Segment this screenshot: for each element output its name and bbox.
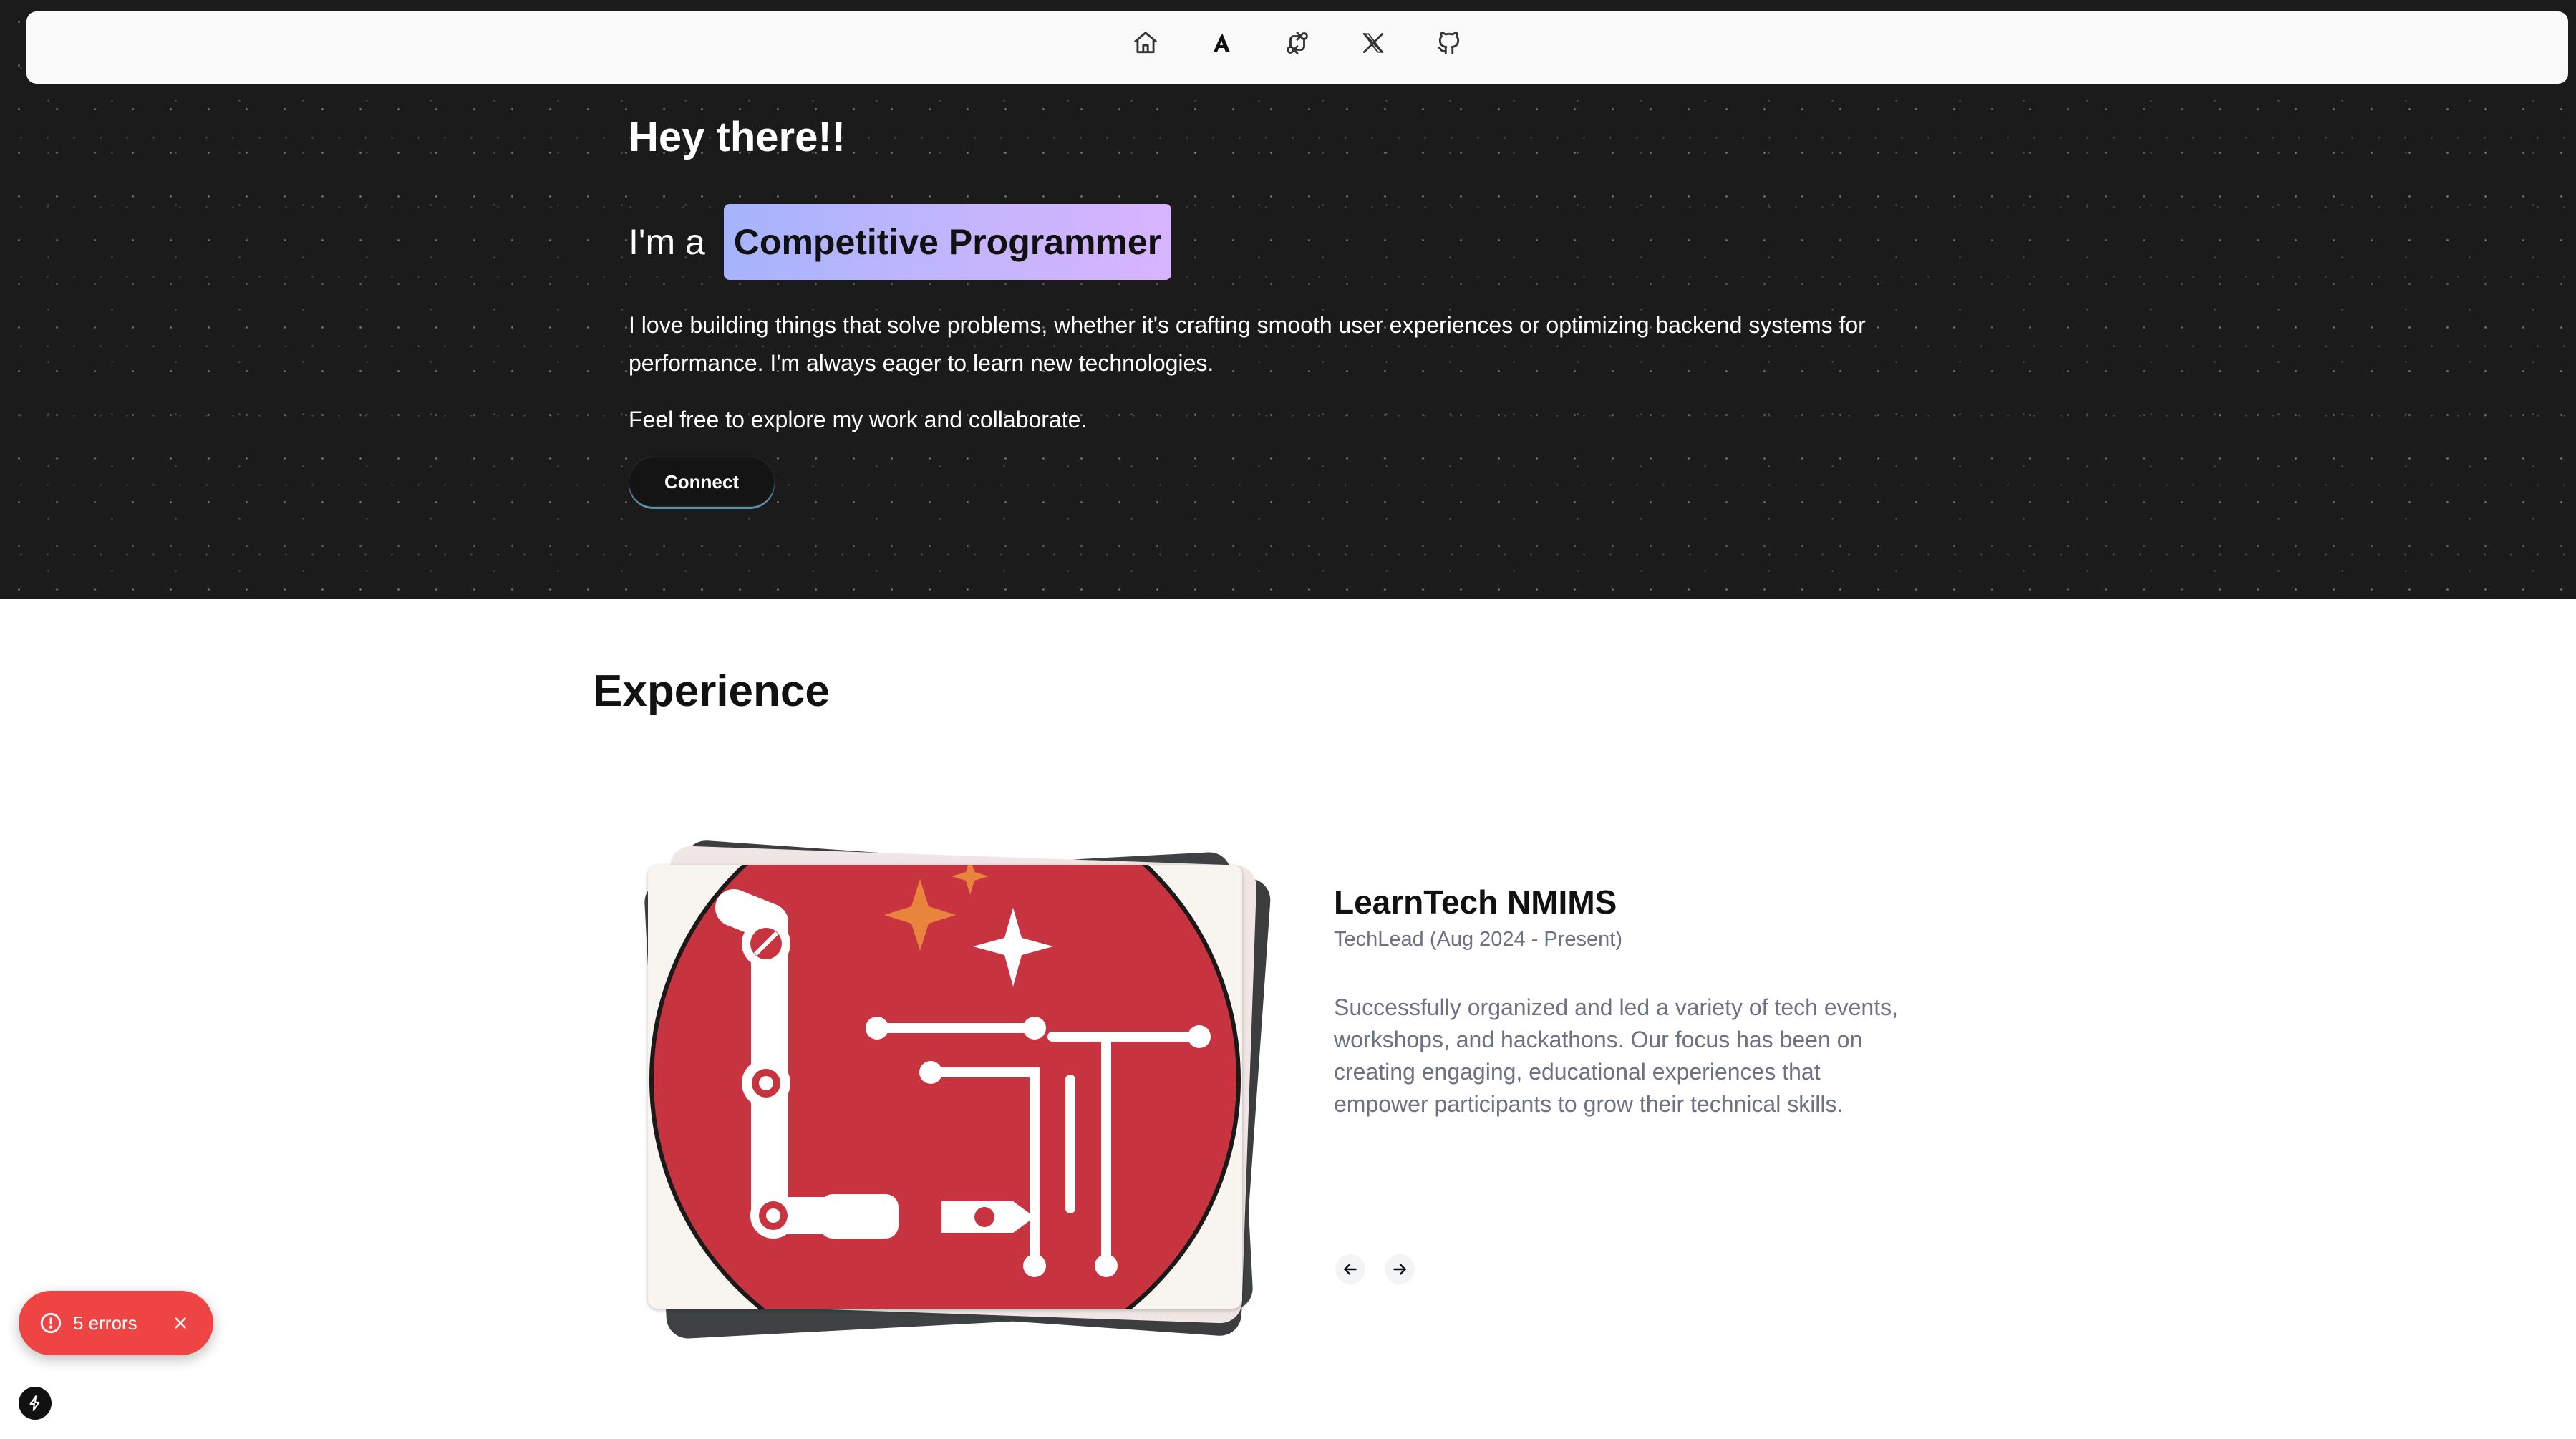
dev-tools-badge[interactable]: [19, 1387, 52, 1420]
top-navbar: [26, 11, 2568, 84]
close-toast-button[interactable]: [168, 1310, 193, 1336]
error-count: 5 errors: [73, 1312, 137, 1334]
nav-twitter[interactable]: [1352, 22, 1394, 64]
connect-button[interactable]: Connect: [629, 457, 775, 507]
experience-title: Experience: [593, 667, 830, 716]
github-icon: [1438, 31, 1460, 54]
error-toast[interactable]: 5 errors: [19, 1291, 213, 1355]
role-highlight: Competitive Programmer: [723, 204, 1172, 280]
x-twitter-icon: [1362, 32, 1384, 53]
logo-a-icon: [1213, 33, 1230, 52]
experience-description: Successfully organized and led a variety…: [1334, 994, 1898, 1117]
learntech-logo-icon: [648, 865, 1242, 1309]
close-icon: [175, 1317, 186, 1329]
hero-bio: I love building things that solve proble…: [629, 312, 1866, 376]
alert-circle-icon: [40, 1312, 62, 1334]
arrow-right-icon: [1393, 1264, 1406, 1275]
arrow-left-icon: [1344, 1264, 1357, 1275]
hero-section: Hey there!! I'm a Competitive Programmer…: [0, 0, 2576, 599]
next-experience-button[interactable]: [1385, 1254, 1415, 1284]
previous-experience-button[interactable]: [1335, 1254, 1365, 1284]
home-icon: [1134, 31, 1157, 53]
nav-logo[interactable]: [1201, 22, 1242, 64]
hero-greeting: Hey there!!: [629, 114, 846, 160]
lightning-icon: [29, 1395, 40, 1411]
role-and-dates: TechLead (Aug 2024 - Present): [1334, 928, 1623, 951]
role-prefix: I'm a: [629, 222, 705, 262]
nav-github[interactable]: [1428, 22, 1470, 64]
role-row: I'm a Competitive Programmer: [629, 204, 1172, 280]
hero-bio-cta: Feel free to explore my work and collabo…: [629, 407, 1088, 432]
company-name: LearnTech NMIMS: [1334, 883, 1617, 921]
experience-card-stack: [612, 839, 1285, 1353]
nav-home[interactable]: [1125, 22, 1166, 64]
nav-git-compare[interactable]: [1277, 22, 1318, 64]
git-compare-icon: [1287, 31, 1308, 54]
company-logo-card: [648, 865, 1242, 1309]
